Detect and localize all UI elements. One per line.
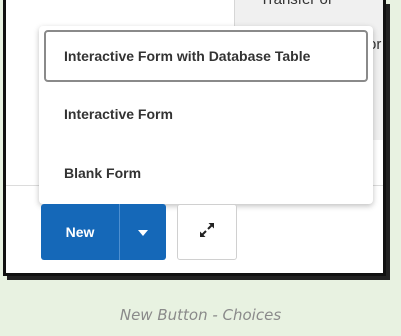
new-dropdown-menu: Interactive Form with Database Table Int… [39, 26, 373, 204]
new-button[interactable]: New [41, 204, 120, 260]
figure-caption: New Button - Choices [119, 306, 282, 324]
screenshot-frame: Transfer of or Interactive Form with Dat… [3, 0, 386, 276]
menu-item-interactive-form[interactable]: Interactive Form [39, 88, 373, 140]
background-text: Transfer of [260, 0, 332, 8]
caret-down-icon [138, 223, 148, 241]
menu-item-label: Blank Form [64, 165, 142, 181]
menu-item-label: Interactive Form [64, 106, 173, 122]
menu-item-blank-form[interactable]: Blank Form [39, 147, 373, 199]
new-dropdown-toggle[interactable] [120, 204, 166, 260]
menu-item-interactive-form-with-database-table[interactable]: Interactive Form with Database Table [44, 30, 368, 82]
expand-button[interactable] [177, 204, 237, 260]
new-split-button: New [41, 204, 166, 260]
new-button-label: New [65, 224, 95, 240]
expand-arrows-icon [199, 222, 215, 243]
menu-item-label: Interactive Form with Database Table [64, 48, 311, 64]
